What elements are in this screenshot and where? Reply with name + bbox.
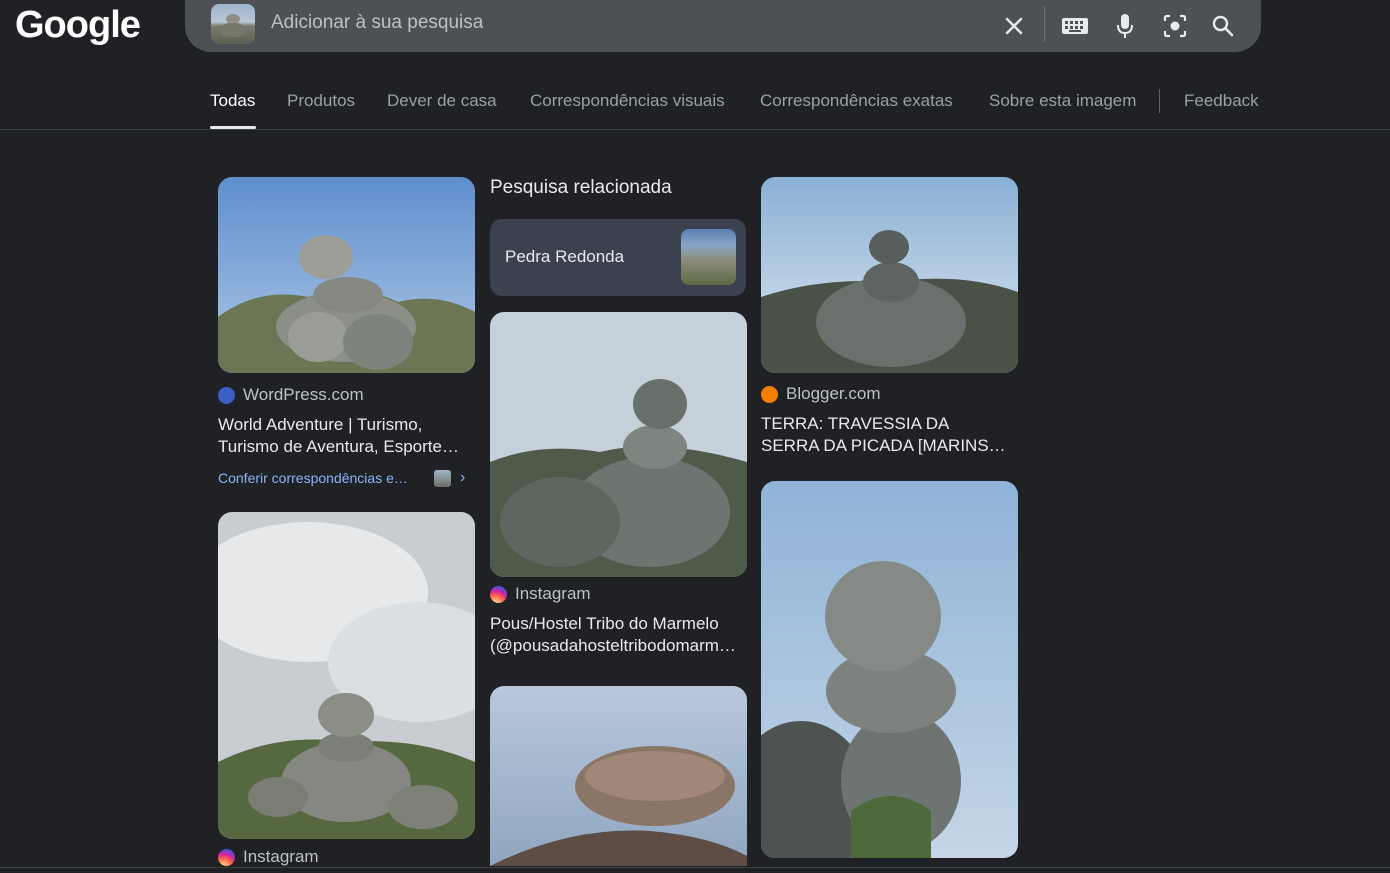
- tab-produtos[interactable]: Produtos: [287, 91, 355, 111]
- instagram-icon: [218, 848, 235, 866]
- search-bar-divider: [1044, 6, 1045, 42]
- result-title-line: Pous/Hostel Tribo do Marmelo: [490, 614, 719, 633]
- check-matches-link[interactable]: Conferir correspondências e…: [218, 470, 408, 486]
- result-title-3[interactable]: TERRA: TRAVESSIA DA SERRA DA PICADA [MAR…: [761, 413, 1019, 457]
- result-source-label: Instagram: [515, 584, 591, 603]
- related-search-label: Pedra Redonda: [505, 247, 625, 266]
- result-image-2[interactable]: [490, 312, 747, 577]
- result-image-4[interactable]: [218, 512, 475, 839]
- google-logo[interactable]: Google: [15, 4, 141, 47]
- result-source-label: Instagram: [243, 847, 319, 866]
- search-image-thumbnail[interactable]: [211, 4, 255, 44]
- result-title-line: Turismo de Aventura, Esporte…: [218, 437, 459, 456]
- match-thumbnail[interactable]: [434, 470, 451, 487]
- bottom-divider: [0, 867, 1390, 868]
- result-source-label: Blogger.com: [786, 384, 881, 403]
- keyboard-icon[interactable]: [1059, 10, 1091, 42]
- search-icon[interactable]: [1207, 10, 1239, 42]
- tab-correspondencias-visuais[interactable]: Correspondências visuais: [530, 91, 725, 111]
- result-image-1[interactable]: [218, 177, 475, 373]
- close-icon[interactable]: [998, 10, 1030, 42]
- blogger-icon: [761, 385, 778, 403]
- result-title-line: SERRA DA PICADA [MARINS…: [761, 436, 1006, 455]
- tab-sobre-esta-imagem[interactable]: Sobre esta imagem: [989, 91, 1136, 111]
- result-title-line: World Adventure | Turismo,: [218, 415, 423, 434]
- tab-correspondencias-exatas[interactable]: Correspondências exatas: [760, 91, 953, 111]
- result-title-line: (@pousadahosteltribodomarm…: [490, 636, 736, 655]
- result-title-2[interactable]: Pous/Hostel Tribo do Marmelo (@pousadaho…: [490, 613, 748, 657]
- feedback-link[interactable]: Feedback: [1184, 91, 1259, 111]
- tab-divider: [1159, 89, 1160, 113]
- result-title-1[interactable]: World Adventure | Turismo, Turismo de Av…: [218, 414, 476, 458]
- result-title-line: TERRA: TRAVESSIA DA: [761, 414, 950, 433]
- result-source-3[interactable]: Blogger.com: [761, 384, 881, 404]
- result-source-2[interactable]: Instagram: [490, 584, 591, 604]
- result-image-6[interactable]: [761, 481, 1018, 858]
- microphone-icon[interactable]: [1109, 10, 1141, 42]
- instagram-icon: [490, 585, 507, 603]
- header-divider: [0, 129, 1390, 130]
- result-source-4[interactable]: Instagram: [218, 847, 319, 867]
- tab-todas[interactable]: Todas: [210, 91, 255, 111]
- wordpress-icon: [218, 386, 235, 404]
- result-image-3[interactable]: [761, 177, 1018, 373]
- related-search-heading: Pesquisa relacionada: [490, 177, 672, 198]
- result-source-1[interactable]: WordPress.com: [218, 385, 364, 405]
- lens-icon[interactable]: [1159, 10, 1191, 42]
- tab-dever-de-casa[interactable]: Dever de casa: [387, 91, 497, 111]
- related-search-thumbnail: [681, 229, 736, 285]
- search-input[interactable]: Adicionar à sua pesquisa: [271, 12, 483, 34]
- related-search-chip[interactable]: Pedra Redonda: [490, 219, 746, 296]
- search-bar: Adicionar à sua pesquisa: [185, 0, 1261, 52]
- result-image-5[interactable]: [490, 686, 747, 866]
- result-source-label: WordPress.com: [243, 385, 364, 404]
- chevron-right-icon[interactable]: ›: [460, 469, 465, 487]
